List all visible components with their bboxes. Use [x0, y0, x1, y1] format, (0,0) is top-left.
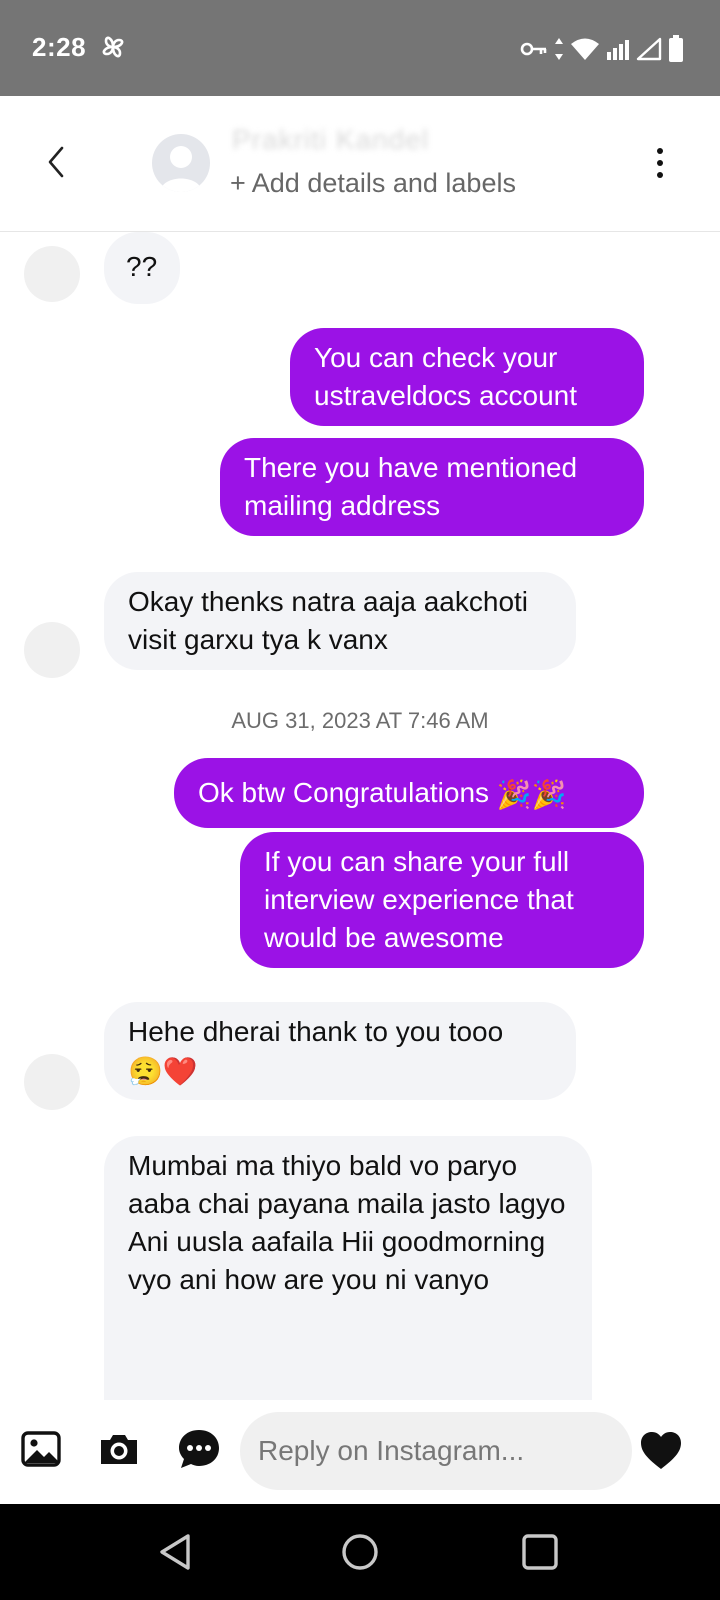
signal-empty-icon: [636, 37, 662, 61]
back-triangle-icon[interactable]: [154, 1530, 198, 1574]
heart-icon[interactable]: [638, 1428, 684, 1474]
contact-name[interactable]: Prakriti Kandel: [232, 124, 429, 156]
battery-icon: [669, 35, 683, 62]
wifi-icon: [571, 38, 599, 60]
message-outgoing[interactable]: There you have mentioned mailing address: [220, 438, 644, 536]
system-nav-bar: [0, 1504, 720, 1600]
message-text: Hehe dherai thank to you tooo: [128, 1016, 504, 1047]
status-icons: [520, 34, 684, 64]
pinwheel-icon: [102, 36, 124, 58]
add-details-link[interactable]: + Add details and labels: [230, 168, 516, 199]
camera-icon[interactable]: [96, 1426, 142, 1472]
composer-bar: [0, 1400, 720, 1504]
message-outgoing[interactable]: If you can share your full interview exp…: [240, 832, 644, 968]
sticker-chat-icon[interactable]: [176, 1426, 222, 1472]
message-incoming[interactable]: Okay thenks natra aaja aakchoti visit ga…: [104, 572, 576, 670]
vpn-key-icon: [520, 42, 547, 56]
message-outgoing[interactable]: You can check your ustraveldocs account: [290, 328, 644, 426]
reply-input[interactable]: [240, 1412, 632, 1490]
back-chevron-icon[interactable]: [38, 142, 76, 182]
sender-avatar[interactable]: [24, 246, 80, 302]
home-circle-icon[interactable]: [338, 1530, 382, 1574]
message-incoming[interactable]: Mumbai ma thiyo bald vo paryo aaba chai …: [104, 1136, 592, 1400]
message-outgoing[interactable]: Ok btw Congratulations 🎉🎉: [174, 758, 644, 828]
message-list: ?? You can check your ustraveldocs accou…: [0, 232, 720, 1400]
party-popper-icon: 🎉🎉: [496, 779, 567, 810]
exhale-face-heart-icon: 😮‍💨❤️: [128, 1056, 198, 1087]
message-incoming[interactable]: Hehe dherai thank to you tooo 😮‍💨❤️: [104, 1002, 576, 1100]
profile-placeholder-icon[interactable]: [152, 134, 210, 192]
message-text: Ok btw Congratulations: [198, 777, 497, 808]
thread-header: Prakriti Kandel + Add details and labels: [0, 96, 720, 232]
message-incoming[interactable]: ??: [104, 232, 180, 304]
more-vertical-icon[interactable]: [650, 146, 670, 182]
gallery-icon[interactable]: [18, 1426, 64, 1472]
date-separator: AUG 31, 2023 AT 7:46 AM: [231, 708, 489, 733]
recents-square-icon[interactable]: [518, 1530, 562, 1574]
data-arrows-icon: [555, 38, 563, 60]
status-bar: 2:28: [0, 0, 720, 96]
status-time: 2:28: [32, 32, 87, 62]
sender-avatar[interactable]: [24, 622, 80, 678]
sender-avatar[interactable]: [24, 1054, 80, 1110]
signal-icon: [607, 40, 629, 60]
